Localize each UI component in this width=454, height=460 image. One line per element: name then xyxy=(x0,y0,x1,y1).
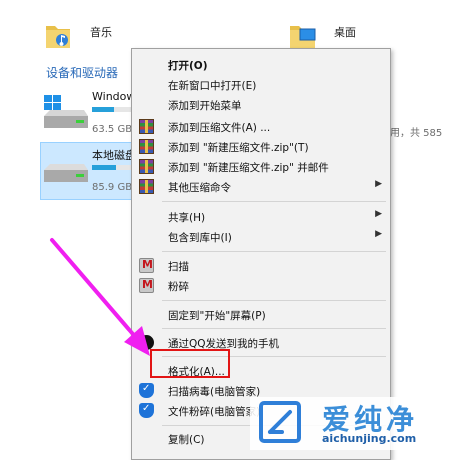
watermark-logo xyxy=(259,401,301,443)
watermark-url: aichunjing.com xyxy=(322,432,417,445)
pointer-arrow-annotation xyxy=(50,238,150,356)
